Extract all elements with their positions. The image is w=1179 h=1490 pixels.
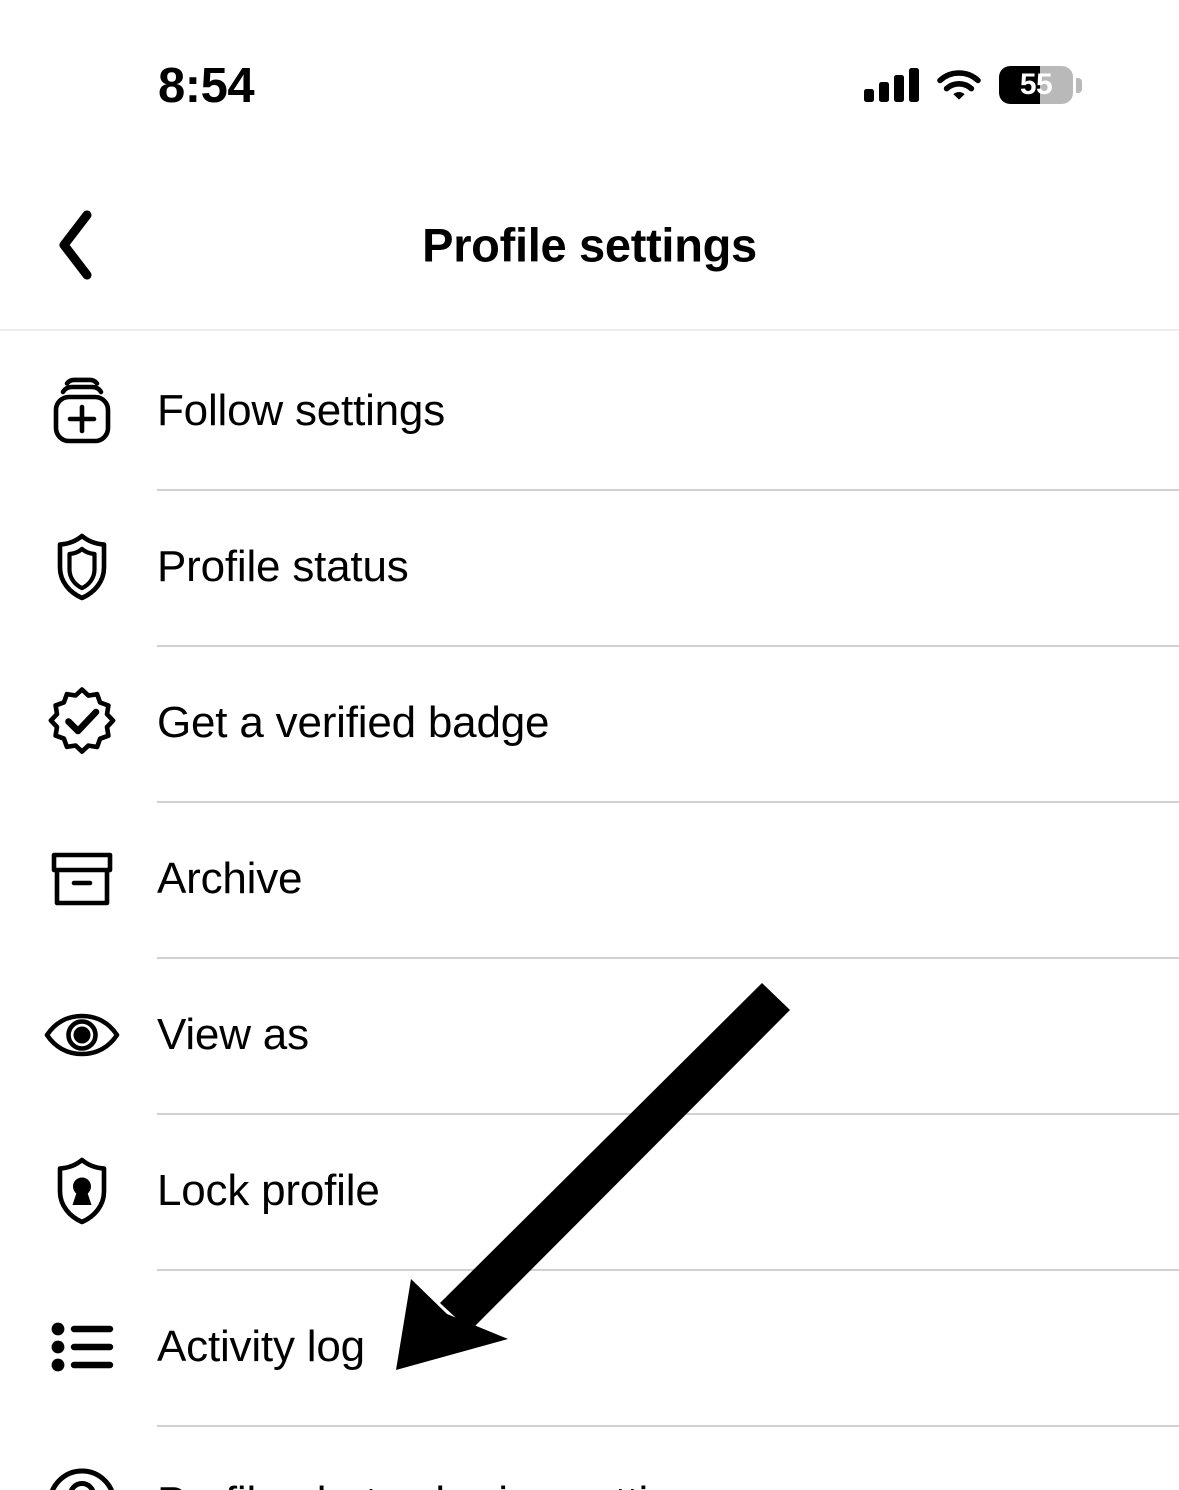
list-item-follow-settings[interactable]: Follow settings [0, 333, 1179, 489]
nav-header: Profile settings [0, 160, 1179, 331]
archive-box-icon [0, 801, 157, 957]
list-item-label: Activity log [157, 1321, 365, 1371]
list-item-label: Get a verified badge [157, 697, 550, 747]
status-time: 8:54 [158, 59, 255, 113]
settings-list: Follow settings Profile status Get a ver… [0, 333, 1179, 1490]
list-item-view-as[interactable]: View as [0, 957, 1179, 1113]
list-item-label: Profile photo sharing settings [157, 1478, 719, 1490]
battery-icon: 55 [999, 66, 1082, 104]
list-item-label: Follow settings [157, 385, 446, 435]
list-item-profile-status[interactable]: Profile status [0, 489, 1179, 645]
list-item-profile-photo-sharing-settings[interactable]: Profile photo sharing settings [0, 1425, 1179, 1490]
battery-tip [1076, 77, 1082, 93]
list-item-get-a-verified-badge[interactable]: Get a verified badge [0, 645, 1179, 801]
shield-lock-icon [0, 1113, 157, 1269]
page-title: Profile settings [422, 218, 757, 271]
list-item-lock-profile[interactable]: Lock profile [0, 1113, 1179, 1269]
list-item-activity-log[interactable]: Activity log [0, 1269, 1179, 1425]
add-to-collection-icon [0, 333, 157, 489]
cellular-signal-icon [864, 68, 919, 102]
verified-badge-icon [0, 645, 157, 801]
battery-percent-label: 55 [1019, 68, 1053, 101]
person-circle-icon [0, 1425, 157, 1490]
wifi-icon [937, 68, 981, 102]
status-indicators: 55 [864, 62, 1082, 108]
status-bar: 8:54 55 [0, 0, 1179, 160]
list-item-archive[interactable]: Archive [0, 801, 1179, 957]
list-item-label: View as [157, 1009, 309, 1059]
list-item-label: Lock profile [157, 1165, 380, 1215]
eye-icon [0, 957, 157, 1113]
list-item-label: Profile status [157, 541, 409, 591]
bulleted-list-icon [0, 1269, 157, 1425]
shield-icon [0, 489, 157, 645]
phone-screen: 8:54 55 Profile settings Follow settings… [0, 0, 1179, 1490]
list-item-label: Archive [157, 853, 303, 903]
